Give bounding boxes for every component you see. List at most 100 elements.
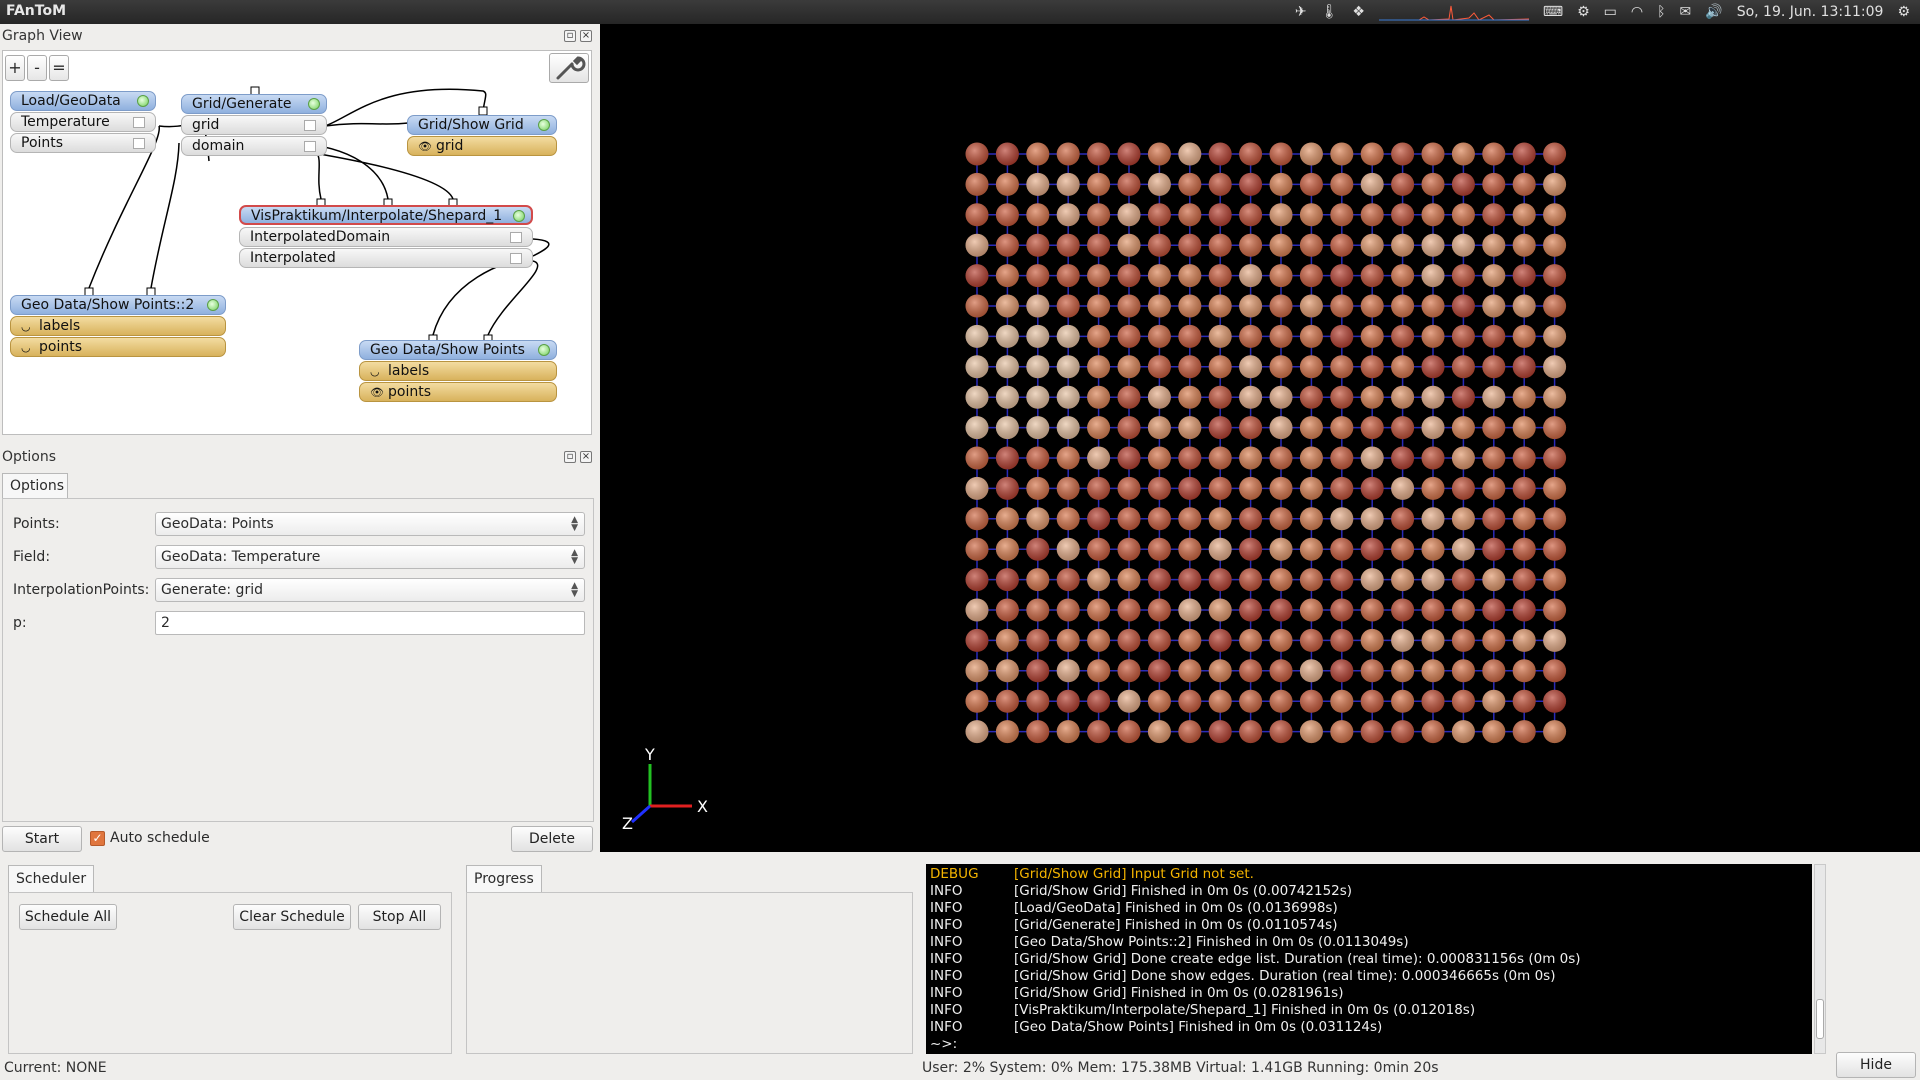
output-points[interactable]: ◡ points	[10, 337, 226, 357]
log-message: [Grid/Generate] Finished in 0m 0s (0.011…	[1014, 917, 1338, 933]
grid-point-shading	[1269, 233, 1293, 257]
port-temperature[interactable]: Temperature	[10, 112, 156, 132]
field-select-value: GeoData: Temperature	[161, 549, 321, 565]
stop-all-button[interactable]: Stop All	[358, 904, 441, 930]
tab-progress[interactable]: Progress	[466, 865, 542, 893]
node-grid-generate[interactable]: Grid/Generate	[181, 94, 327, 114]
top-panel: FAnToM ✈ 🌡 ❖ ⌨ ⚙ ▭ ◠ ᛒ ✉ 🔊 So, 19. Jun. …	[0, 0, 1920, 24]
battery-icon[interactable]: ▭	[1604, 4, 1617, 20]
p-input[interactable]: 2	[155, 611, 585, 635]
wifi-icon[interactable]: ◠	[1631, 4, 1643, 20]
port-checkbox[interactable]	[510, 253, 522, 264]
wrench-icon[interactable]	[549, 53, 589, 83]
port-points[interactable]: Points	[10, 133, 156, 153]
grid-point-shading	[1299, 659, 1323, 683]
port-checkbox[interactable]	[304, 120, 316, 131]
grid-point-shading	[1330, 233, 1354, 257]
grid-point-shading	[1360, 264, 1384, 288]
telegram-icon[interactable]: ✈	[1295, 4, 1307, 20]
node-shepard[interactable]: VisPraktikum/Interpolate/Shepard_1	[239, 205, 533, 225]
grid-point-shading	[1512, 659, 1536, 683]
grid-point-shading	[1451, 294, 1475, 318]
eye-icon[interactable]: 👁	[370, 384, 388, 402]
clock[interactable]: So, 19. Jun. 13:11:09	[1737, 4, 1884, 20]
grid-point-shading	[1360, 720, 1384, 744]
interpolation-points-select[interactable]: Generate: grid ▲ ▼	[155, 578, 585, 602]
field-select[interactable]: GeoData: Temperature ▲ ▼	[155, 545, 585, 569]
z-axis-line	[631, 804, 651, 824]
volume-icon[interactable]: 🔊	[1705, 4, 1722, 20]
grid-point-shading	[1239, 537, 1263, 561]
output-grid[interactable]: 👁 grid	[407, 136, 557, 156]
port-interpolated-domain[interactable]: InterpolatedDomain	[239, 227, 533, 247]
output-labels[interactable]: ◡ labels	[10, 316, 226, 336]
settings-gear-icon[interactable]: ⚙	[1897, 4, 1910, 20]
eye-closed-icon[interactable]: ◡	[21, 318, 39, 336]
status-led-icon	[308, 98, 320, 110]
port-interpolated[interactable]: Interpolated	[239, 248, 533, 268]
log-level: INFO	[930, 951, 963, 967]
dropbox-icon[interactable]: ❖	[1352, 4, 1365, 20]
grid-point-shading	[1543, 446, 1567, 470]
grid-point-shading	[1543, 264, 1567, 288]
hide-button[interactable]: Hide	[1836, 1052, 1916, 1078]
float-icon[interactable]: ▫	[564, 451, 576, 463]
node-grid-show-grid[interactable]: Grid/Show Grid	[407, 115, 557, 135]
delete-button[interactable]: Delete	[511, 826, 593, 852]
clear-schedule-button[interactable]: Clear Schedule	[233, 904, 351, 930]
scrollbar-thumb[interactable]	[1816, 999, 1824, 1039]
mail-icon[interactable]: ✉	[1680, 4, 1692, 20]
tab-options[interactable]: Options	[2, 473, 68, 499]
console-prompt[interactable]: ~>:	[930, 1036, 1808, 1053]
port-grid[interactable]: grid	[181, 115, 327, 135]
thermometer-icon[interactable]: 🌡	[1321, 4, 1339, 20]
graph-canvas[interactable]: + - = Load/GeoData Temperature Points Gr…	[2, 50, 592, 435]
port-checkbox[interactable]	[133, 138, 145, 149]
close-icon[interactable]: ×	[580, 30, 592, 42]
output-labels[interactable]: ◡ labels	[359, 361, 557, 381]
eye-icon[interactable]: 👁	[418, 138, 436, 156]
grid-point-shading	[1178, 355, 1202, 379]
grid-point-shading	[1512, 537, 1536, 561]
options-dock-controls: ▫ ×	[564, 451, 592, 463]
start-button[interactable]: Start	[2, 826, 82, 852]
render-viewport[interactable]: Y X Z	[600, 24, 1920, 852]
tab-scheduler[interactable]: Scheduler	[8, 865, 95, 893]
log-row: INFO [Grid/Show Grid] Finished in 0m 0s (…	[930, 883, 1808, 900]
port-checkbox[interactable]	[304, 141, 316, 152]
schedule-all-button[interactable]: Schedule All	[19, 904, 117, 930]
eye-closed-icon[interactable]: ◡	[21, 339, 39, 357]
grid-point-shading	[1299, 294, 1323, 318]
log-console[interactable]: DEBUG [Grid/Show Grid] Input Grid not set…	[926, 864, 1812, 1054]
log-level: INFO	[930, 917, 963, 933]
network-manager-icon[interactable]: ⚙	[1577, 4, 1590, 20]
grid-point-shading	[1421, 416, 1445, 440]
grid-point-shading	[1360, 659, 1384, 683]
zoom-reset-button[interactable]: =	[49, 55, 69, 81]
close-icon[interactable]: ×	[580, 451, 592, 463]
keyboard-icon[interactable]: ⌨	[1543, 4, 1563, 20]
grid-point-shading	[1482, 720, 1506, 744]
node-show-points[interactable]: Geo Data/Show Points	[359, 340, 557, 360]
grid-point-shading	[1421, 233, 1445, 257]
node-load-geodata[interactable]: Load/GeoData	[10, 91, 156, 111]
points-select[interactable]: GeoData: Points ▲ ▼	[155, 512, 585, 536]
float-icon[interactable]: ▫	[564, 30, 576, 42]
log-scrollbar[interactable]	[1814, 864, 1826, 1054]
zoom-out-button[interactable]: -	[27, 55, 47, 81]
output-points[interactable]: 👁 points	[359, 382, 557, 402]
cpu-graph-icon[interactable]	[1378, 3, 1529, 21]
grid-point-shading	[1299, 264, 1323, 288]
grid-point-shading	[1147, 355, 1171, 379]
node-show-points-2[interactable]: Geo Data/Show Points::2	[10, 295, 226, 315]
grid-point-shading	[1147, 507, 1171, 531]
port-checkbox[interactable]	[510, 232, 522, 243]
eye-closed-icon[interactable]: ◡	[370, 363, 388, 381]
auto-schedule-checkbox[interactable]: ✓	[90, 831, 105, 846]
grid-point-shading	[995, 203, 1019, 227]
port-checkbox[interactable]	[133, 117, 145, 128]
port-domain[interactable]: domain	[181, 136, 327, 156]
bluetooth-icon[interactable]: ᛒ	[1657, 4, 1665, 20]
zoom-in-button[interactable]: +	[5, 55, 25, 81]
grid-point-shading	[1391, 355, 1415, 379]
